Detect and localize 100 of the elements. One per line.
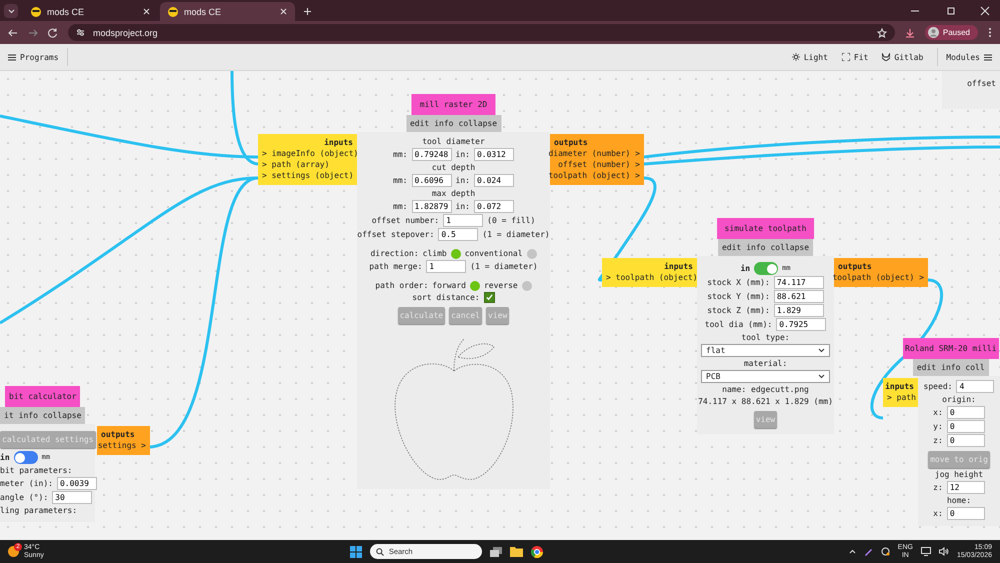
input-field[interactable]: 12: [946, 481, 985, 494]
field-label: direction:: [370, 248, 419, 259]
chevron-down-icon: [8, 8, 14, 14]
input-field[interactable]: 1: [443, 214, 484, 227]
input-field[interactable]: 0: [946, 406, 985, 419]
menu-link[interactable]: info: [18, 411, 38, 420]
close-icon[interactable]: [143, 8, 150, 15]
tab-list-button[interactable]: [4, 4, 18, 18]
modules-menu-button[interactable]: Modules: [937, 48, 992, 66]
sun-icon: [792, 53, 800, 61]
input-field[interactable]: 0: [946, 507, 985, 520]
input-field[interactable]: 1.82879: [412, 200, 452, 213]
panel-heading: outputs: [838, 262, 872, 272]
input-field[interactable]: 0: [946, 420, 985, 433]
address-bar[interactable]: modsproject.org: [68, 24, 895, 41]
input-field[interactable]: 30: [52, 491, 92, 504]
field-label: jog height: [934, 469, 984, 480]
windows-logo-icon[interactable]: [350, 546, 362, 558]
output-port[interactable]: offset (number) >: [558, 160, 640, 170]
field-label: tool diameter: [422, 136, 485, 147]
input-field[interactable]: 0.79248: [412, 148, 452, 161]
unit-switch[interactable]: [754, 262, 778, 275]
task-view-icon[interactable]: [490, 546, 502, 556]
unit-switch[interactable]: [14, 451, 38, 464]
panel-heading: inputs: [664, 262, 693, 272]
menu-link[interactable]: edit: [916, 363, 936, 372]
profile-button[interactable]: Paused: [924, 25, 978, 40]
radio-dot[interactable]: [450, 248, 461, 258]
download-icon[interactable]: [904, 28, 915, 38]
chevron-down-icon: [818, 348, 825, 353]
star-icon[interactable]: [876, 28, 887, 38]
programs-menu-button[interactable]: Programs: [8, 48, 68, 66]
back-arrow-icon[interactable]: [8, 28, 18, 38]
radio-dot[interactable]: [522, 280, 532, 290]
browser-tab[interactable]: mods CE: [23, 2, 158, 21]
menu-link[interactable]: edit: [410, 119, 430, 128]
input-field[interactable]: 0.024: [474, 174, 514, 187]
field-note: (0 = fill): [487, 215, 536, 226]
menu-link[interactable]: info: [434, 119, 454, 128]
field-note: (1 = diameter): [470, 261, 538, 272]
menu-link[interactable]: info: [941, 363, 960, 372]
input-field[interactable]: 0.5: [438, 228, 478, 241]
menu-link[interactable]: edit: [722, 243, 742, 252]
plus-icon[interactable]: [303, 7, 312, 16]
input-field[interactable]: 0.0039: [56, 477, 97, 490]
input-field[interactable]: 1: [426, 260, 466, 273]
field-label: path order:: [375, 280, 428, 291]
input-field[interactable]: 0: [946, 434, 985, 447]
monitor-icon[interactable]: [920, 547, 931, 556]
output-port[interactable]: settings >: [98, 441, 146, 451]
chevron-up-icon[interactable]: [848, 549, 856, 554]
field-label: in:: [456, 175, 470, 186]
forward-arrow-icon[interactable]: [28, 28, 38, 38]
field-label: in:: [456, 201, 470, 212]
reload-icon[interactable]: [48, 28, 58, 38]
input-port[interactable]: > path: [887, 393, 916, 403]
radio-dot[interactable]: [470, 280, 480, 290]
input-field[interactable]: 88.621: [774, 290, 824, 303]
dropdown-select[interactable]: PCB: [701, 370, 830, 383]
restore-icon[interactable]: [946, 6, 956, 16]
menu-link[interactable]: collapse: [458, 119, 498, 128]
field-label: z:: [933, 435, 943, 446]
toolbar-button[interactable]: Light: [792, 52, 828, 62]
radio-dot[interactable]: [526, 248, 537, 258]
site-settings-icon: [76, 28, 85, 37]
close-icon[interactable]: [280, 8, 287, 15]
input-field[interactable]: 4: [956, 380, 994, 393]
checkbox[interactable]: [484, 292, 495, 303]
pen-icon[interactable]: [864, 547, 873, 556]
input-field[interactable]: 0.7925: [776, 318, 826, 331]
menu-link[interactable]: coll: [965, 363, 985, 372]
field-label: x:: [933, 407, 943, 418]
sync-icon[interactable]: [880, 547, 890, 556]
input-port[interactable]: > imageInfo (object): [262, 149, 358, 159]
toolbar-button[interactable]: Gitlab: [882, 52, 924, 62]
menu-link[interactable]: info: [746, 243, 766, 252]
menu-link[interactable]: collapse: [42, 411, 82, 420]
input-port[interactable]: > path (array): [262, 160, 330, 170]
input-field[interactable]: 1.829: [774, 304, 824, 317]
field-label: z:: [933, 482, 943, 493]
kebab-menu-icon[interactable]: [988, 27, 992, 38]
input-field[interactable]: 0.0312: [474, 148, 514, 161]
speaker-icon[interactable]: [938, 547, 949, 556]
toolbar-button[interactable]: Fit: [842, 52, 868, 62]
menu-link[interactable]: it: [4, 411, 14, 420]
field-label: ling parameters:: [0, 505, 78, 516]
input-field[interactable]: 74.117: [774, 276, 824, 289]
input-port[interactable]: > toolpath (object): [606, 273, 698, 283]
field-label: stock Z (mm):: [707, 305, 770, 316]
browser-tab[interactable]: mods CE: [160, 2, 295, 21]
close-icon[interactable]: [980, 6, 990, 16]
module-title: Roland SRM-20 milli: [903, 338, 999, 359]
dropdown-select[interactable]: flat: [701, 344, 830, 357]
browser-icon[interactable]: [530, 546, 543, 558]
input-port[interactable]: > settings (object): [262, 171, 354, 181]
input-field[interactable]: 0.072: [474, 200, 514, 213]
input-field[interactable]: 0.6096: [412, 174, 452, 187]
fox-icon: [882, 53, 890, 61]
folder-icon[interactable]: [510, 546, 523, 557]
menu-link[interactable]: collapse: [770, 243, 810, 252]
